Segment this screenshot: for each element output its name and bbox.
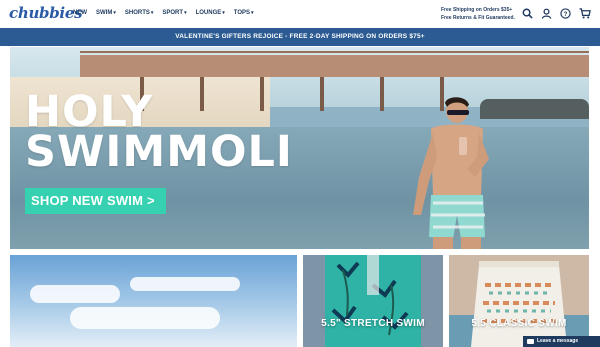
site-header: chubbies NEW SWIM▾ SHORTS▾ SPORT▾ LOUNGE… [0, 0, 600, 28]
chevron-down-icon: ▾ [251, 10, 254, 16]
hero-rocks [480, 99, 589, 119]
chevron-down-icon: ▾ [113, 10, 116, 16]
hero-title: HOLY SWIMMOLI [25, 87, 293, 177]
shop-new-swim-button[interactable]: SHOP NEW SWIM > [25, 188, 166, 214]
account-icon[interactable] [541, 8, 552, 19]
model-photo [413, 97, 489, 249]
nav-item-new[interactable]: NEW [73, 10, 87, 16]
category-tile-classic-swim[interactable]: 5.5 CLASSIC SWIM [449, 255, 589, 347]
hero-pier [80, 55, 589, 77]
category-tile-stretch-swim[interactable]: 5.5" STRETCH SWIM [303, 255, 443, 347]
chevron-down-icon: ▾ [222, 10, 225, 16]
nav-item-swim[interactable]: SWIM▾ [96, 10, 116, 16]
hero-banner[interactable]: HOLY SWIMMOLI SHOP NEW SWIM > [10, 47, 589, 249]
header-icons: ? [522, 8, 591, 19]
nav-item-shorts[interactable]: SHORTS▾ [125, 10, 154, 16]
brand-logo[interactable]: chubbies [9, 4, 83, 22]
stretch-swim-photo [303, 255, 443, 347]
chevron-down-icon: ▾ [184, 10, 187, 16]
search-icon[interactable] [522, 8, 533, 19]
svg-text:?: ? [564, 11, 568, 18]
cloud-shape [130, 277, 240, 291]
help-icon[interactable]: ? [560, 8, 571, 19]
main-nav: NEW SWIM▾ SHORTS▾ SPORT▾ LOUNGE▾ TOPS▾ [73, 10, 254, 16]
pier-post [320, 77, 324, 111]
promo-banner[interactable]: VALENTINE'S GIFTERS REJOICE - FREE 2-DAY… [0, 28, 600, 46]
cloud-shape [30, 285, 120, 303]
header-shipping-promo: Free Shipping on Orders $35+ Free Return… [441, 7, 515, 21]
leave-message-chat-button[interactable]: Leave a message [523, 336, 600, 347]
cloud-shape [70, 307, 220, 329]
nav-item-tops[interactable]: TOPS▾ [234, 10, 254, 16]
chat-bubble-icon [527, 339, 534, 344]
tile-label: 5.5 CLASSIC SWIM [471, 318, 567, 329]
category-tile-1[interactable] [10, 255, 297, 347]
cart-icon[interactable] [579, 8, 591, 19]
tile-label: 5.5" STRETCH SWIM [321, 318, 425, 329]
nav-item-sport[interactable]: SPORT▾ [162, 10, 186, 16]
pier-post [380, 77, 384, 111]
classic-swim-photo [449, 255, 589, 347]
nav-item-lounge[interactable]: LOUNGE▾ [196, 10, 225, 16]
chevron-down-icon: ▾ [150, 10, 154, 16]
